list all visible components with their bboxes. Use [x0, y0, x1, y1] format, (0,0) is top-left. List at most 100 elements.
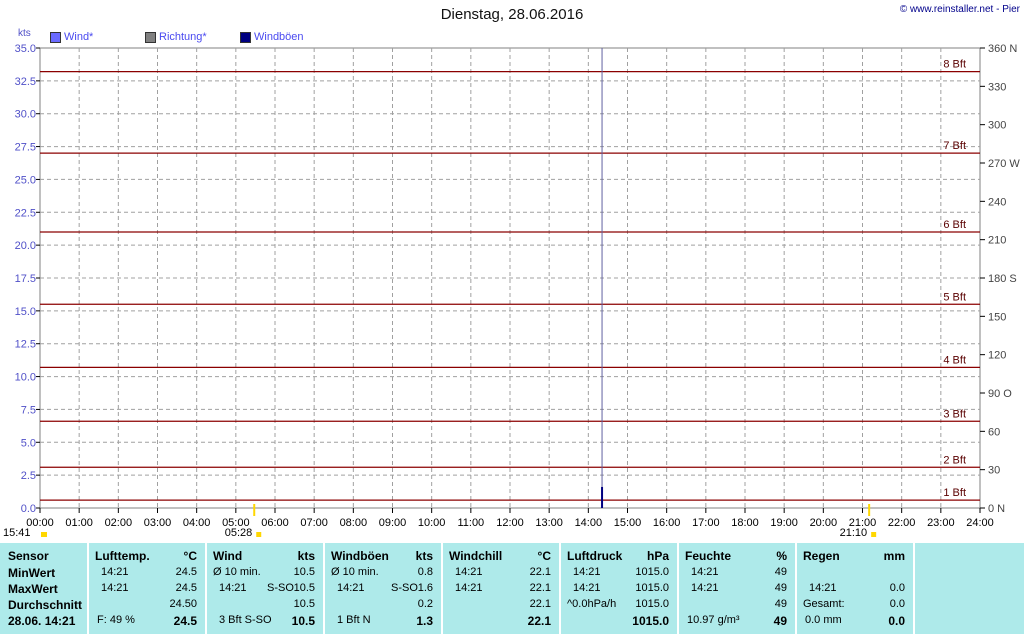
x-tick-label: 07:00 [300, 517, 328, 529]
y-tick-label: 35.0 [15, 43, 36, 55]
x-tick-label: 02:00 [105, 517, 133, 529]
luftdruck-header: Luftdruck [567, 549, 623, 563]
luftdruck-min-time: 14:21 [573, 566, 601, 578]
windchill-avg: 22.1 [529, 598, 551, 610]
lufttemp-max-time: 14:21 [101, 582, 129, 594]
beaufort-label: 1 Bft [943, 487, 966, 499]
wind-chart: 0.0 2.5 5.0 7.5 10.0 12.5 15.0 17.5 20.0 22.5 25.0… [3, 28, 1020, 539]
y2-tick-label: 270 W [988, 158, 1020, 170]
col-windchill: Windchill °C 14:21 22.1 14:21 22.1 22.1 … [443, 543, 561, 634]
sun-marker-label: 05:28 [225, 527, 253, 539]
y2-tick-label: 120 [988, 350, 1006, 362]
beaufort-label: 7 Bft [943, 140, 966, 152]
wind-cur-extra: 3 Bft S-SO [219, 614, 272, 626]
start-marker-dot [41, 532, 47, 537]
luftdruck-cur-val: 1015.0 [632, 614, 669, 628]
luftdruck-max-time: 14:21 [573, 582, 601, 594]
windchill-min-val: 22.1 [529, 566, 551, 578]
regen-cur-extra: 0.0 mm [805, 614, 842, 626]
windboeen-min-val: 0.8 [417, 566, 433, 578]
feuchte-max-val: 49 [774, 582, 787, 594]
regen-cur-val: 0.0 [888, 614, 905, 628]
sun-marker-label: 21:10 [840, 527, 868, 539]
x-tick-label: 13:00 [535, 517, 563, 529]
x-tick-label: 18:00 [731, 517, 759, 529]
y-tick-label: 5.0 [21, 437, 36, 449]
y-tick-label: 32.5 [15, 76, 36, 88]
y-tick-label: 22.5 [15, 207, 36, 219]
col-luftdruck: Luftdruck hPa 14:21 1015.0 14:21 1015.0 … [561, 543, 679, 634]
x-tick-label: 15:00 [614, 517, 642, 529]
windchill-max-time: 14:21 [455, 582, 483, 594]
x-tick-label: 23:00 [927, 517, 955, 529]
windchill-min-time: 14:21 [455, 566, 483, 578]
regen-unit: mm [883, 549, 905, 563]
feuchte-header: Feuchte [685, 549, 732, 563]
x-tick-label: 20:00 [810, 517, 838, 529]
y2-tick-label: 240 [988, 196, 1006, 208]
beaufort-label: 4 Bft [943, 354, 966, 366]
regen-max-time: 14:21 [809, 582, 837, 594]
col-regen: Regen mm 14:21 0.0 Gesamt: 0.0 0.0 mm 0.… [797, 543, 915, 634]
col-lufttemp: Lufttemp. °C 14:21 24.5 14:21 24.5 24.50… [89, 543, 207, 634]
regen-total: 0.0 [889, 598, 905, 610]
feuchte-unit: % [776, 549, 787, 563]
windboeen-max-dir: S-SO [391, 582, 418, 594]
beaufort-label: 6 Bft [943, 219, 966, 231]
feuchte-min-time: 14:21 [691, 566, 719, 578]
windboeen-cur-extra: 1 Bft N [337, 614, 371, 626]
y-tick-label: 25.0 [15, 174, 36, 186]
lufttemp-min-val: 24.5 [175, 566, 197, 578]
x-tick-label: 22:00 [888, 517, 916, 529]
sun-marker-dot [256, 532, 262, 537]
wind-avg: 10.5 [293, 598, 315, 610]
wind-min-val: 10.5 [293, 566, 315, 578]
x-tick-label: 19:00 [770, 517, 798, 529]
row-label-max: MaxWert [8, 582, 58, 596]
lufttemp-min-time: 14:21 [101, 566, 129, 578]
y2-tick-label: 150 [988, 311, 1006, 323]
regen-total-label: Gesamt: [803, 598, 845, 610]
y-tick-label: 17.5 [15, 273, 36, 285]
lufttemp-cur-extra: F: 49 % [97, 614, 135, 626]
col-feuchte: Feuchte % 14:21 49 14:21 49 49 10.97 g/m… [679, 543, 797, 634]
wind-min-label: Ø 10 min. [213, 566, 261, 578]
y-tick-label: 15.0 [15, 306, 36, 318]
col-sensor: Sensor MinWert MaxWert Durchschnitt 28.0… [0, 543, 89, 634]
regen-max-val: 0.0 [889, 582, 905, 594]
col-wind: Wind kts Ø 10 min. 10.5 14:21 S-SO 10.5 … [207, 543, 325, 634]
y-tick-label: 30.0 [15, 109, 36, 121]
windchill-cur-val: 22.1 [527, 614, 551, 628]
col-empty [915, 543, 1024, 634]
windchill-max-val: 22.1 [529, 582, 551, 594]
x-tick-label: 16:00 [653, 517, 681, 529]
x-tick-label: 04:00 [183, 517, 211, 529]
lufttemp-max-val: 24.5 [175, 582, 197, 594]
row-label-current: 28.06. 14:21 [8, 614, 76, 628]
beaufort-label: 3 Bft [943, 408, 966, 420]
regen-header: Regen [803, 549, 840, 563]
y2-tick-label: 180 S [988, 273, 1017, 285]
y-tick-label: 7.5 [21, 404, 36, 416]
sensor-header: Sensor [8, 549, 49, 563]
beaufort-label: 5 Bft [943, 291, 966, 303]
x-tick-label: 24:00 [966, 517, 994, 529]
lufttemp-avg: 24.50 [169, 598, 197, 610]
x-tick-label: 10:00 [418, 517, 446, 529]
windboeen-max-val: 1.6 [417, 582, 433, 594]
y2-tick-label: 210 [988, 235, 1006, 247]
x-tick-label: 08:00 [340, 517, 368, 529]
feuchte-max-time: 14:21 [691, 582, 719, 594]
lufttemp-unit: °C [183, 549, 197, 563]
x-tick-label: 06:00 [261, 517, 289, 529]
luftdruck-max-val: 1015.0 [635, 582, 669, 594]
y2-tick-label: 330 [988, 81, 1006, 93]
feuchte-cur-extra: 10.97 g/m³ [687, 614, 740, 626]
y-tick-label: 27.5 [15, 142, 36, 154]
sun-marker-dot [871, 532, 877, 537]
row-label-avg: Durchschnitt [8, 598, 83, 612]
wind-unit: kts [297, 549, 315, 563]
wind-cur-val: 10.5 [291, 614, 315, 628]
windboeen-cur-val: 1.3 [416, 614, 433, 628]
y2-tick-label: 360 N [988, 43, 1017, 55]
